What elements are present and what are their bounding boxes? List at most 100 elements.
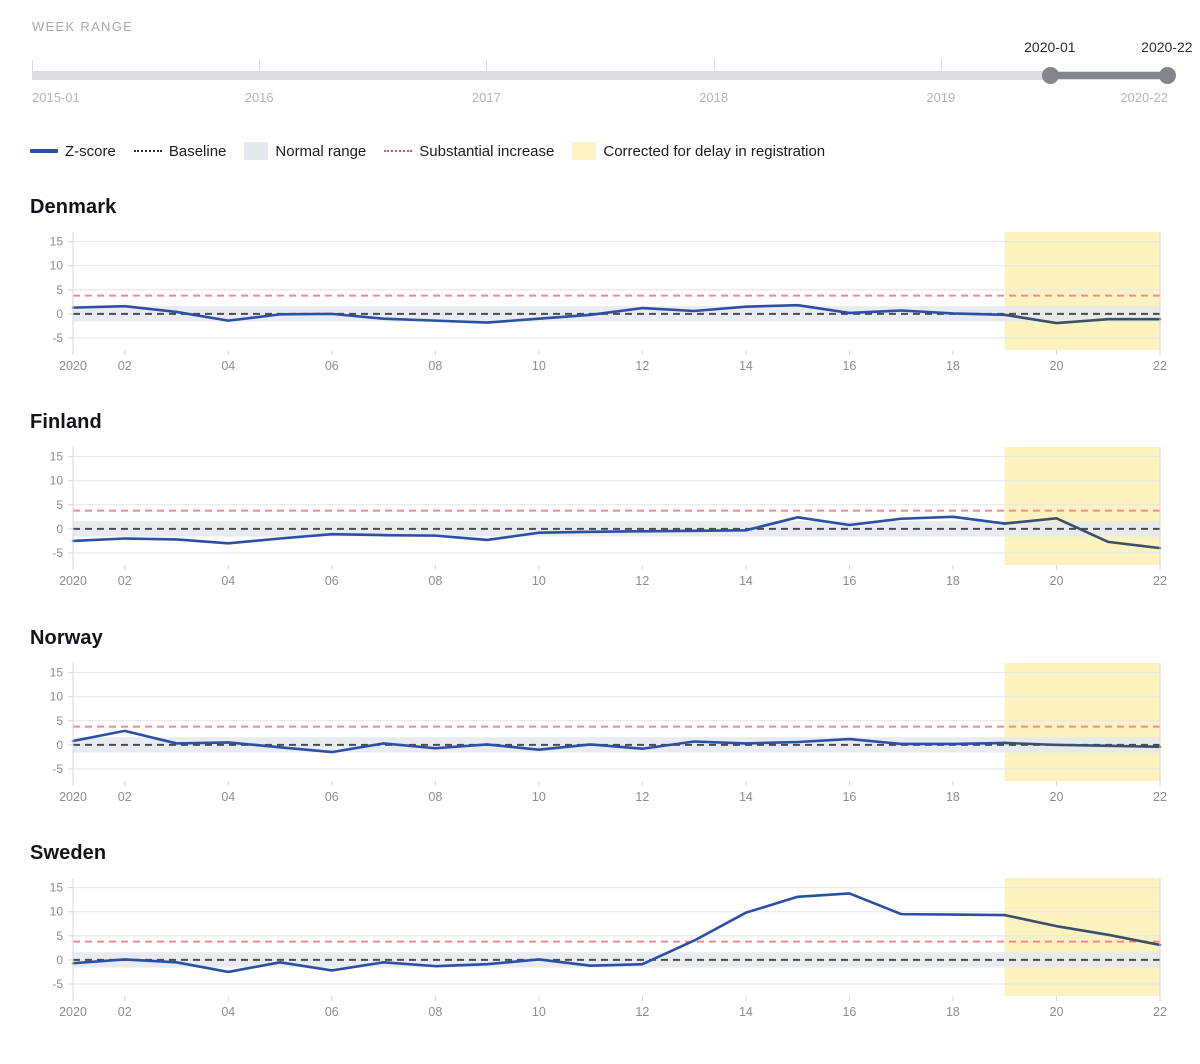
chart-block-denmark: Denmark -5 0 5 10 15 2020 02 04 06 08 10 12 14 16 18 20 2…: [0, 196, 1200, 396]
slider-handle-start-value: 2020-01: [1024, 39, 1076, 55]
x-tick-label: 04: [221, 1005, 235, 1019]
x-tick-label: 18: [946, 574, 960, 588]
x-tick-label: 08: [428, 359, 442, 373]
legend-color-swatch: [572, 142, 597, 160]
x-tick-label: 10: [532, 359, 546, 373]
x-tick-label: 14: [739, 574, 753, 588]
x-tick-label: 14: [739, 359, 753, 373]
chart-svg: -5 0 5 10 15 2020 02 04 06 08 10 12 14 16 18 20 22: [50, 663, 1167, 804]
slider-handle-start[interactable]: [1041, 67, 1059, 84]
x-tick-label: 20: [1050, 790, 1064, 804]
y-tick-label: -5: [52, 331, 63, 345]
y-tick-label: 15: [50, 235, 64, 249]
x-tick-label: 16: [842, 1005, 856, 1019]
y-tick-label: 15: [50, 666, 64, 680]
x-tick-label: 02: [118, 359, 132, 373]
week-range-section: WEEK RANGE 2020-01 2020-22 2015-01 2016 2017…: [0, 0, 1200, 120]
chart-plot-finland[interactable]: -5 0 5 10 15 2020 02 04 06 08 10 12 14 16 18 20 22: [0, 439, 1200, 594]
x-tick-label: 12: [635, 1005, 649, 1019]
week-range-zscore-dashboard: WEEK RANGE 2020-01 2020-22 2015-01 2016 2017…: [0, 0, 1200, 1064]
chart-title: Finland: [30, 411, 102, 433]
legend-item: Z-score: [30, 143, 116, 160]
x-tick-label: 12: [635, 790, 649, 804]
week-range-slider[interactable]: 2020-01 2020-22 2015-01 2016 2017 2018 2019 202…: [32, 39, 1193, 105]
legend-item: Corrected for delay in registration: [572, 142, 825, 160]
x-tick-label: 12: [635, 359, 649, 373]
slider-tick: [713, 60, 715, 72]
chart-title: Denmark: [30, 196, 117, 218]
slider-tick-label: 2018: [699, 90, 729, 105]
x-tick-label: 10: [532, 1005, 546, 1019]
y-tick-label: 15: [50, 450, 64, 464]
legend-label: Baseline: [168, 142, 227, 160]
y-tick-label: 0: [56, 307, 63, 321]
x-tick-label: 22: [1153, 790, 1167, 804]
y-tick-label: 0: [56, 738, 63, 752]
x-tick-label: 14: [739, 1005, 753, 1019]
x-tick-label: 22: [1153, 1005, 1167, 1019]
chart-plot-norway[interactable]: -5 0 5 10 15 2020 02 04 06 08 10 12 14 16 18 20 22: [0, 655, 1200, 810]
x-tick-label: 2020: [59, 1005, 87, 1019]
chart-plot-sweden[interactable]: -5 0 5 10 15 2020 02 04 06 08 10 12 14 16 18 20 22: [0, 870, 1200, 1025]
x-tick-label: 10: [532, 574, 546, 588]
slider-tick-label: 2020-22: [1120, 90, 1168, 105]
chart-block-sweden: Sweden -5 0 5 10 15 2020 02 04 06 08 10 12 14 16 18 20 22: [0, 842, 1200, 1042]
slider-handle-end[interactable]: [1158, 67, 1176, 84]
slider-handle-end-value: 2020-22: [1141, 39, 1193, 55]
legend-label: Substantial increase: [419, 142, 555, 160]
legend-item: Substantial increase: [384, 143, 554, 160]
x-tick-label: 18: [946, 359, 960, 373]
y-tick-label: 5: [56, 929, 63, 943]
x-tick-label: 16: [842, 359, 856, 373]
slider-tick: [32, 60, 33, 72]
x-tick-label: 08: [428, 574, 442, 588]
x-tick-label: 22: [1153, 359, 1167, 373]
corrected-delay-band: [1004, 447, 1160, 565]
x-tick-label: 06: [325, 790, 339, 804]
x-tick-label: 08: [428, 1005, 442, 1019]
x-tick-label: 18: [946, 790, 960, 804]
x-tick-label: 02: [118, 790, 132, 804]
y-tick-label: 10: [50, 690, 64, 704]
legend-line-swatch: [30, 149, 58, 153]
legend-label: Normal range: [275, 142, 367, 160]
y-tick-label: -5: [52, 546, 63, 560]
slider-tick-label: 2015-01: [32, 90, 80, 105]
chart-svg: -5 0 5 10 15 2020 02 04 06 08 10 12 14 16 18 20 22: [50, 878, 1167, 1019]
x-tick-label: 06: [325, 1005, 339, 1019]
x-tick-label: 04: [221, 574, 235, 588]
y-tick-label: 10: [50, 474, 64, 488]
slider-track[interactable]: [32, 71, 1168, 80]
chart-legend: Z-score Baseline Normal range Substantial i…: [30, 142, 825, 160]
chart-svg: -5 0 5 10 15 2020 02 04 06 08 10 12 14 16 18 20 22: [50, 232, 1167, 373]
x-tick-label: 20: [1050, 359, 1064, 373]
y-tick-label: -5: [52, 762, 63, 776]
x-tick-label: 2020: [59, 574, 87, 588]
corrected-delay-band: [1004, 232, 1160, 350]
x-tick-label: 10: [532, 790, 546, 804]
x-tick-label: 02: [118, 574, 132, 588]
legend-label: Z-score: [65, 142, 116, 160]
slider-selected-range: [1049, 72, 1167, 79]
y-tick-label: 10: [50, 259, 64, 273]
x-tick-label: 14: [739, 790, 753, 804]
slider-tick: [940, 60, 942, 72]
x-tick-label: 02: [118, 1005, 132, 1019]
y-tick-label: 0: [56, 953, 63, 967]
x-tick-label: 18: [946, 1005, 960, 1019]
slider-tick-label: 2019: [926, 90, 956, 105]
chart-plot-denmark[interactable]: -5 0 5 10 15 2020 02 04 06 08 10 12 14 16 18 20 22: [0, 224, 1200, 379]
chart-svg: -5 0 5 10 15 2020 02 04 06 08 10 12 14 16 18 20 22: [50, 447, 1167, 588]
y-tick-label: 15: [50, 881, 64, 895]
legend-dotted-swatch: [133, 150, 162, 152]
x-tick-label: 04: [221, 790, 235, 804]
x-tick-label: 2020: [59, 790, 87, 804]
chart-title: Norway: [30, 627, 103, 649]
x-tick-label: 20: [1050, 574, 1064, 588]
corrected-delay-band: [1004, 663, 1160, 781]
legend-color-swatch: [244, 142, 269, 160]
y-tick-label: 5: [56, 498, 63, 512]
chart-block-finland: Finland -5 0 5 10 15 2020 02 04 06 08 10 12 14 16 18 20 2…: [0, 411, 1200, 611]
y-tick-label: -5: [52, 977, 63, 991]
slider-tick: [259, 60, 261, 72]
